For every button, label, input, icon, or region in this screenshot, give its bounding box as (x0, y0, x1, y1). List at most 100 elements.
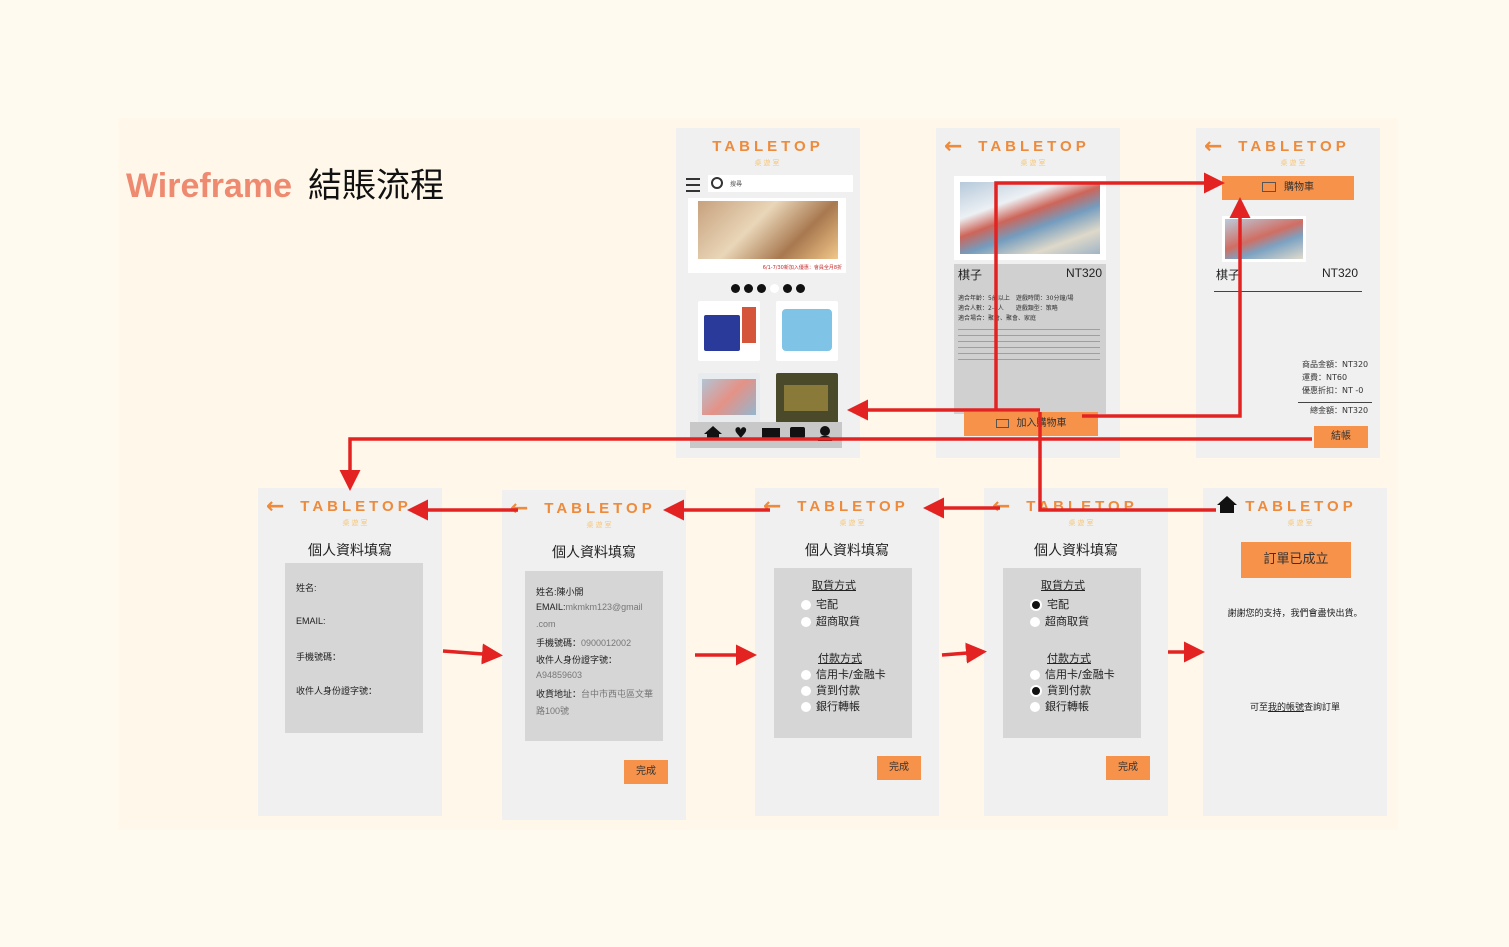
brand-subtitle: 桌遊室 (586, 521, 614, 529)
banner-photo (698, 201, 838, 259)
pickup-option-store[interactable]: 超商取貨 (1030, 613, 1089, 629)
id-field[interactable]: 收件人身份證字號： (536, 653, 617, 666)
cart-divider (1214, 291, 1362, 292)
brand-logo: TABLETOP (712, 138, 824, 155)
email-field[interactable]: EMAIL: (296, 616, 326, 626)
heart-icon[interactable]: ♥ (734, 426, 747, 441)
brand-logo: TABLETOP (1245, 498, 1357, 515)
id-value: A94859603 (536, 670, 583, 680)
product-thumb-board[interactable] (698, 373, 760, 423)
radio-button[interactable] (801, 600, 811, 610)
cart-total: 總金額：NT320 (1310, 406, 1369, 415)
radio-button[interactable] (1030, 617, 1040, 627)
brand-subtitle: 桌遊室 (839, 519, 867, 527)
payment-option-cod[interactable]: 貨到付款 (1030, 682, 1091, 698)
cart-icon (1262, 182, 1276, 192)
done-button[interactable]: 完成 (624, 760, 668, 784)
payment-option-transfer[interactable]: 銀行轉帳 (1030, 698, 1089, 714)
pickup-option-store[interactable]: 超商取貨 (801, 613, 860, 629)
user-icon[interactable] (820, 426, 830, 436)
search-placeholder: 搜尋 (730, 181, 743, 188)
product-thumb-connect-four[interactable] (698, 301, 760, 361)
home-icon[interactable] (704, 426, 722, 434)
product-spec-2: 適合人數：2-4人 遊戲類型：策略 (958, 305, 1058, 312)
payment-title: 付款方式 (1047, 652, 1091, 665)
brand-logo: TABLETOP (797, 498, 909, 515)
product-screen: ← TABLETOP 桌遊室 棋子 NT320 適合年齡：5歲以上 遊戲時間：3… (936, 128, 1120, 458)
form-heading: 個人資料填寫 (552, 545, 636, 561)
radio-button-selected[interactable] (1030, 685, 1042, 697)
radio-button-selected[interactable] (1030, 599, 1042, 611)
checkout-button[interactable]: 結帳 (1314, 426, 1368, 448)
bottom-nav: ♥ (690, 422, 842, 448)
form-heading: 個人資料填寫 (308, 543, 392, 559)
thanks-message: 謝謝您的支持，我們會盡快出貨。 (1227, 609, 1363, 619)
my-account-link[interactable]: 我的帳號 (1268, 703, 1304, 713)
brand-subtitle: 桌遊室 (1287, 519, 1315, 527)
cart-icon (995, 418, 1009, 428)
pickup-option-home[interactable]: 宅配 (1030, 596, 1069, 612)
options-panel: 取貨方式 宅配 超商取貨 付款方式 信用卡/金融卡 貨到付款 銀行轉帳 (1003, 568, 1141, 738)
email-field[interactable]: EMAIL:mkmkm123@gmail (536, 602, 643, 612)
carousel-dots[interactable] (676, 278, 860, 297)
carousel-dot[interactable] (783, 284, 792, 293)
carousel-dot[interactable] (731, 284, 740, 293)
user-icon-body (818, 436, 832, 441)
cart-icon[interactable] (762, 428, 780, 439)
banner-caption: 6/1-7/30新加入優惠：會員全月8折 (762, 265, 842, 271)
product-thumb-penguin[interactable] (776, 301, 838, 361)
radio-button[interactable] (1030, 702, 1040, 712)
product-description (958, 326, 1100, 364)
done-button[interactable]: 完成 (1106, 756, 1150, 780)
title-checkout-flow: 結賬流程 (307, 166, 444, 206)
cart-header-label: 購物車 (1284, 182, 1314, 193)
form-heading: 個人資料填寫 (1034, 543, 1118, 559)
payment-option-card[interactable]: 信用卡/金融卡 (1030, 666, 1115, 682)
name-field[interactable]: 姓名: (296, 581, 317, 594)
phone-field[interactable]: 手機號碼：0900012002 (536, 636, 631, 649)
id-field[interactable]: 收件人身份證字號： (296, 684, 377, 697)
radio-button[interactable] (1030, 670, 1040, 680)
page-title: Wireframe 結賬流程 (126, 158, 444, 207)
payment-option-card[interactable]: 信用卡/金融卡 (801, 666, 886, 682)
phone-field[interactable]: 手機號碼： (296, 650, 341, 663)
carousel-dot[interactable] (796, 284, 805, 293)
add-to-cart-button[interactable]: 加入購物車 (964, 412, 1098, 436)
brand-subtitle: 桌遊室 (754, 159, 782, 167)
promo-banner[interactable]: 6/1-7/30新加入優惠：會員全月8折 (688, 198, 846, 273)
carousel-dot[interactable] (770, 284, 779, 293)
cart-shipping: 運費：NT60 (1302, 373, 1348, 382)
radio-button[interactable] (801, 702, 811, 712)
payment-option-cod[interactable]: 貨到付款 (801, 682, 860, 698)
radio-button[interactable] (801, 686, 811, 696)
order-success-screen: TABLETOP 桌遊室 訂單已成立 謝謝您的支持，我們會盡快出貨。 可至我的帳… (1203, 488, 1387, 816)
brand-logo: TABLETOP (978, 138, 1090, 155)
radio-button[interactable] (801, 617, 811, 627)
search-bar[interactable]: 搜尋 (708, 175, 853, 192)
email-field-cont: .com (536, 619, 556, 629)
address-field-cont: 路100號 (536, 706, 570, 716)
pickup-option-home[interactable]: 宅配 (801, 596, 838, 612)
payment-option-transfer[interactable]: 銀行轉帳 (801, 698, 860, 714)
brand-subtitle: 桌遊室 (1068, 519, 1096, 527)
cart-subtotal: 商品金額：NT320 (1302, 360, 1369, 369)
carousel-dot[interactable] (744, 284, 753, 293)
done-button[interactable]: 完成 (877, 756, 921, 780)
title-wireframe: Wireframe (126, 167, 292, 205)
payment-title: 付款方式 (818, 652, 862, 665)
radio-button[interactable] (801, 670, 811, 680)
address-field[interactable]: 收貨地址：台中市西屯區文華 (536, 687, 653, 700)
product-thumb-strategy[interactable] (776, 373, 838, 423)
product-spec-3: 適合場合：聚會、聚會、家庭 (958, 315, 1037, 322)
add-to-cart-label: 加入購物車 (1016, 418, 1067, 429)
cart-total-divider (1298, 402, 1372, 403)
search-icon (711, 177, 723, 189)
brand-logo: TABLETOP (300, 498, 412, 515)
brand-logo: TABLETOP (1026, 498, 1138, 515)
menu-icon[interactable] (686, 178, 700, 192)
pickup-title: 取貨方式 (812, 579, 856, 592)
chat-icon[interactable] (790, 427, 805, 438)
carousel-dot[interactable] (757, 284, 766, 293)
name-field[interactable]: 姓名:陳小開 (536, 585, 584, 598)
cart-header-bar[interactable]: 購物車 (1222, 176, 1354, 200)
